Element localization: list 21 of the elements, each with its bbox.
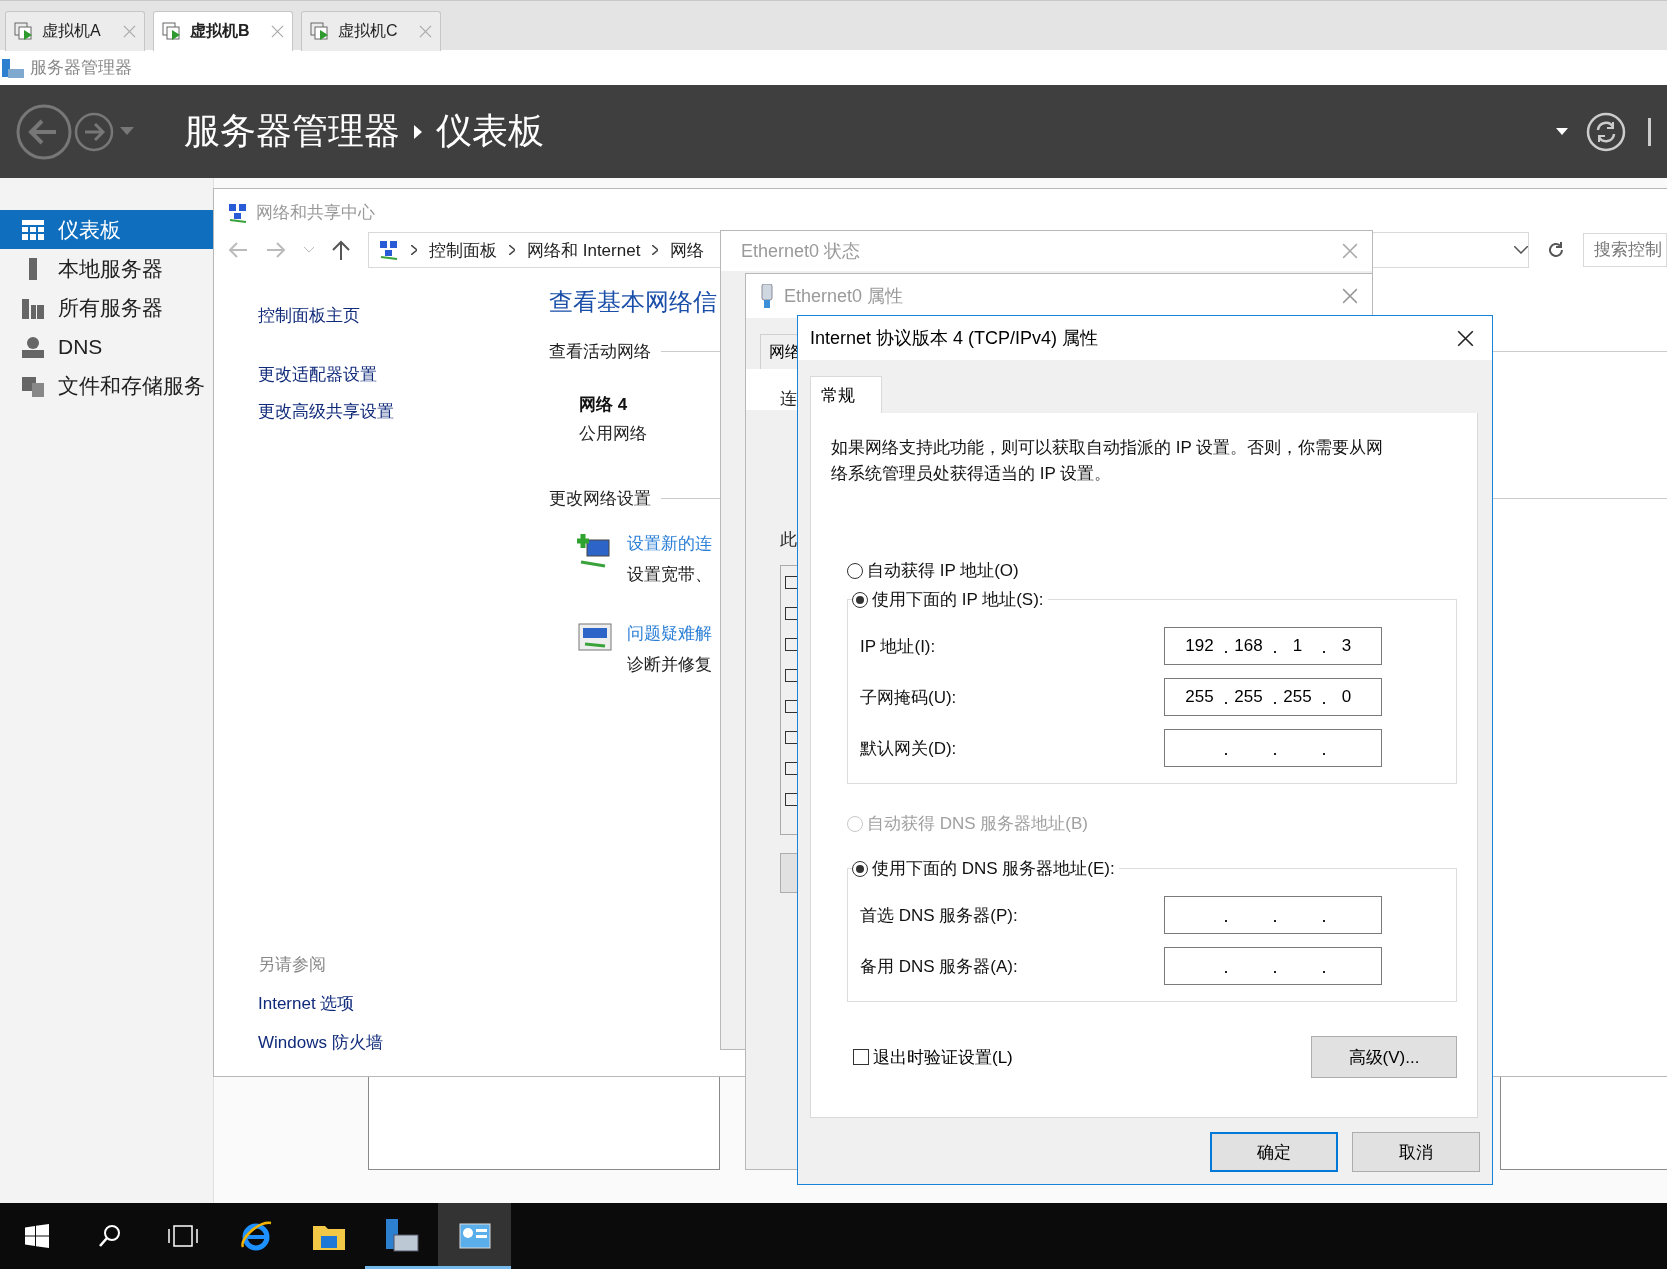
breadcrumb-item: 仪表板 (436, 109, 544, 153)
description-text: 如果网络支持此功能，则可以获取自动指派的 IP 设置。否则，你需要从网络系统管理员处获得适当的 IP 设置。 (831, 437, 1385, 485)
task-description: 诊断并修复 (627, 654, 712, 676)
field-label: 默认网关(D): (860, 737, 957, 760)
section-heading: 更改网络设置 (549, 488, 651, 510)
network-name: 网络 4 (579, 394, 628, 416)
app-title: 服务器管理器 (30, 57, 132, 79)
network-category: 公用网络 (579, 423, 647, 445)
task-description: 设置宽带、 (627, 564, 712, 586)
dialog-title: Ethernet0 属性 (784, 285, 905, 308)
window-title: 网络和共享中心 (256, 202, 375, 224)
section-heading: 查看活动网络 (549, 341, 651, 363)
label-fragment: 此 (780, 529, 797, 551)
field-label: IP 地址(I): (860, 635, 936, 658)
field-label: 子网掩码(U): (860, 686, 957, 709)
see-also-heading: 另请参阅 (258, 954, 327, 976)
dialog-title: Ethernet0 状态 (740, 240, 862, 263)
field-label: 备用 DNS 服务器(A): (860, 955, 1018, 978)
page-heading: 查看基本网络信 (549, 287, 717, 317)
field-label: 首选 DNS 服务器(P): (860, 904, 1018, 927)
label-fragment: 连 (780, 388, 797, 410)
